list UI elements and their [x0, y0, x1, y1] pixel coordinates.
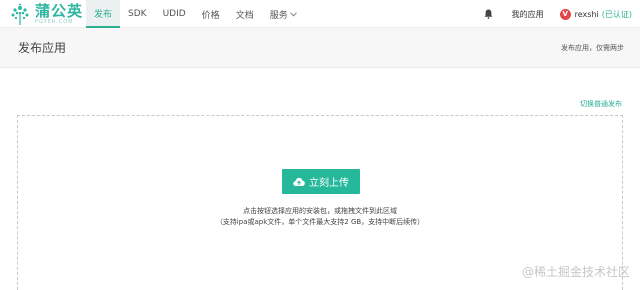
nav-item-publish[interactable]: 发布 [86, 0, 121, 28]
top-navbar: 蒲公英 PGYER.COM 发布 SDK UDID 价格 文档 服务 我的应用 … [0, 0, 640, 28]
main-nav: 发布 SDK UDID 价格 文档 服务 [86, 0, 305, 28]
chevron-down-icon [289, 11, 297, 17]
nav-item-udid[interactable]: UDID [155, 0, 194, 28]
page-header: 发布应用 发布应用，仅需两步 [0, 28, 640, 68]
user-area: 我的应用 V rexshi (已认证) [482, 0, 632, 28]
nav-item-docs[interactable]: 文档 [228, 0, 262, 28]
upload-now-button[interactable]: 立刻上传 [282, 169, 360, 194]
avatar[interactable]: V [559, 8, 571, 20]
page-subtitle: 发布应用，仅需两步 [561, 44, 624, 52]
nav-item-pricing[interactable]: 价格 [194, 0, 228, 28]
switch-normal-publish-link[interactable]: 切换普通发布 [580, 99, 622, 109]
dandelion-logo-icon [11, 3, 29, 25]
cloud-upload-icon [293, 177, 305, 186]
brand-logo[interactable]: 蒲公英 PGYER.COM [8, 2, 83, 26]
watermark: @稀土掘金技术社区 [521, 265, 630, 279]
upload-button-label: 立刻上传 [309, 178, 349, 189]
upload-hint: 点击按钮选择应用的安装包，或拖拽文件到此区域 [243, 207, 397, 215]
my-apps-link[interactable]: 我的应用 [512, 9, 544, 20]
brand-name: 蒲公英 [35, 1, 84, 20]
nav-item-services[interactable]: 服务 [262, 0, 305, 28]
page-title: 发布应用 [18, 41, 67, 55]
brand-domain: PGYER.COM [35, 18, 74, 25]
upload-limits-hint: （支持ipa或apk文件，单个文件最大支持2 GB，支持中断后续传） [215, 218, 425, 226]
username[interactable]: rexshi [575, 10, 599, 19]
bell-icon[interactable] [482, 7, 496, 21]
nav-item-sdk[interactable]: SDK [120, 0, 155, 28]
verified-status[interactable]: (已认证) [602, 9, 632, 20]
